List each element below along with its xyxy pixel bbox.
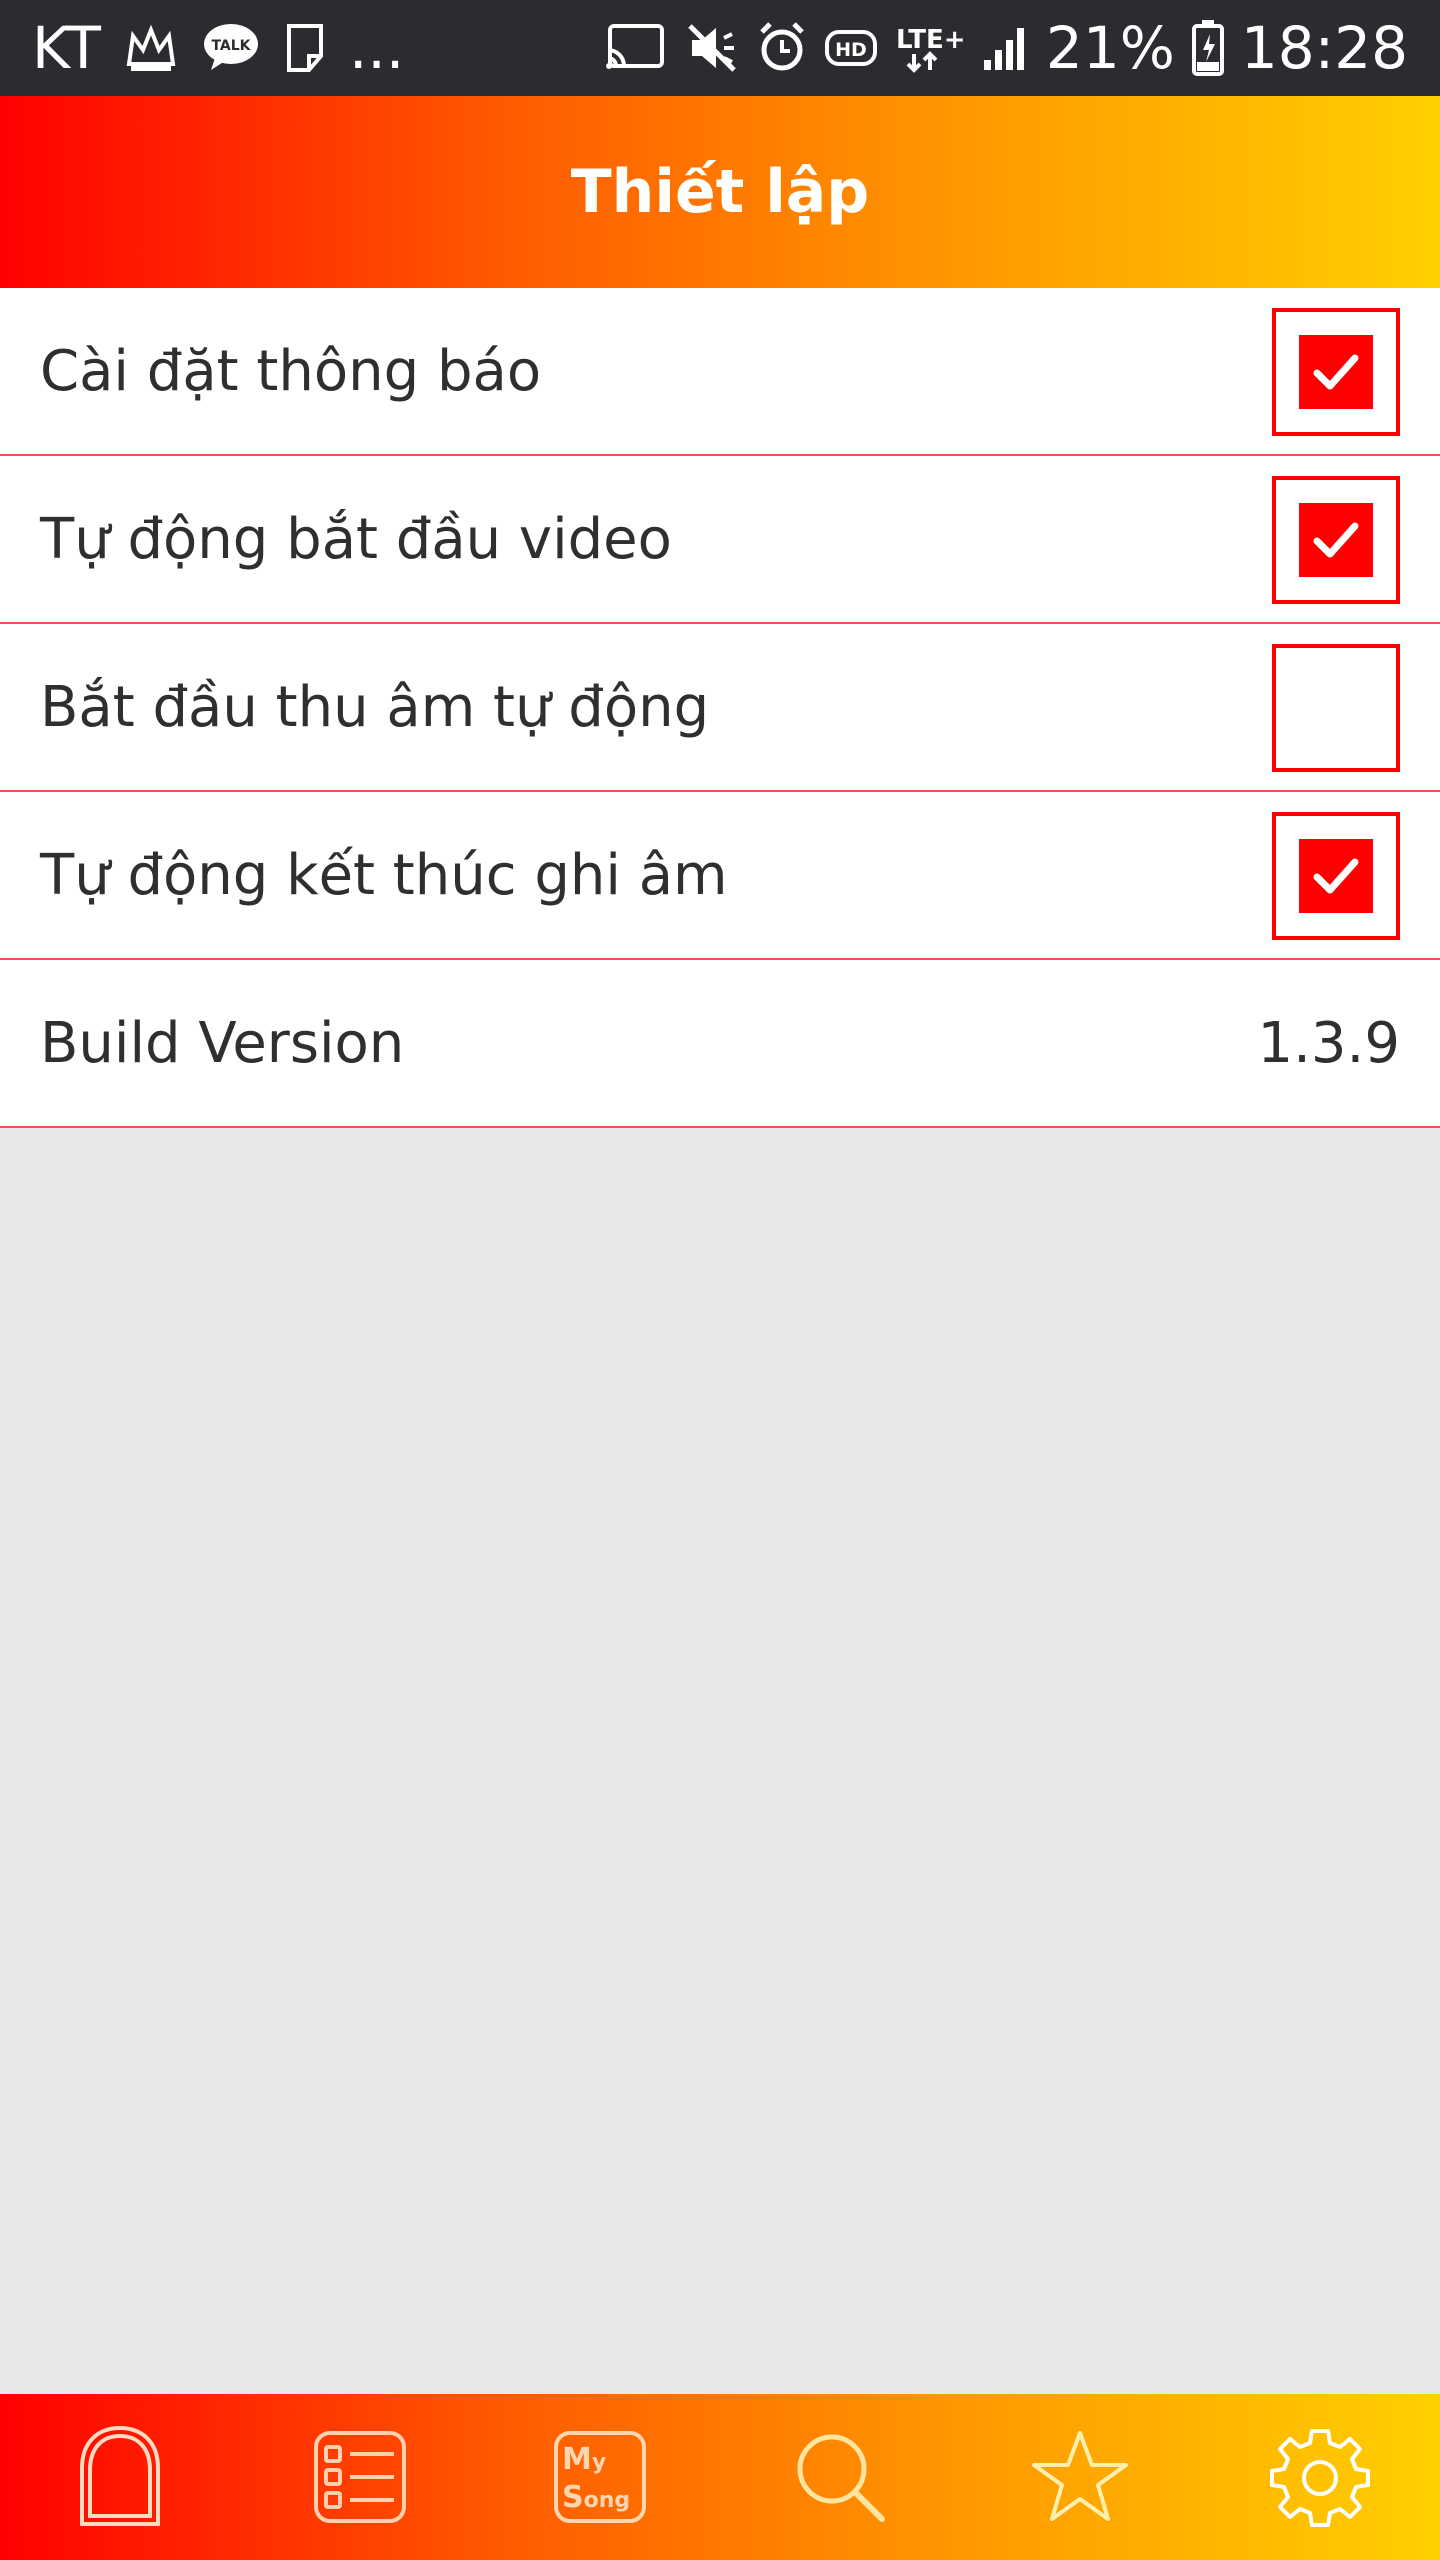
setting-label-autostart-video: Tự động bắt đầu video [40, 506, 672, 572]
nav-search-button[interactable] [770, 2407, 910, 2547]
nav-my-song-button[interactable]: My Song [530, 2407, 670, 2547]
setting-row-autostart-video[interactable]: Tự động bắt đầu video [0, 456, 1440, 624]
kakaotalk-icon: TALK [201, 20, 261, 76]
settings-gear-icon [1270, 2429, 1370, 2527]
nav-home-button[interactable] [50, 2407, 190, 2547]
settings-list: Cài đặt thông báo Tự động bắt đầu video … [0, 288, 1440, 1128]
build-version-label: Build Version [40, 1010, 405, 1076]
status-bar: KT TALK ... HD LTE+ 21% 18:28 [0, 0, 1440, 96]
battery-percentage: 21% [1045, 14, 1175, 82]
signal-icon [980, 20, 1030, 76]
app-header: Thiết lập [0, 96, 1440, 288]
clock: 18:28 [1240, 14, 1408, 82]
svg-text:My: My [562, 2442, 606, 2477]
auto-stop-recording-checkbox[interactable] [1272, 812, 1400, 940]
cast-icon [602, 20, 668, 76]
svg-text:TALK: TALK [211, 38, 251, 54]
list-icon [314, 2431, 406, 2523]
svg-text:LTE+: LTE+ [896, 25, 964, 55]
notifications-checkbox[interactable] [1272, 308, 1400, 436]
svg-text:Song: Song [562, 2480, 630, 2515]
home-icon [80, 2425, 160, 2526]
setting-label-auto-stop-recording: Tự động kết thúc ghi âm [40, 842, 728, 908]
battery-icon [1191, 18, 1225, 78]
auto-record-checkbox[interactable] [1272, 644, 1400, 772]
setting-label-notifications: Cài đặt thông báo [40, 338, 542, 404]
setting-label-auto-record: Bắt đầu thu âm tự động [40, 674, 710, 740]
note-icon [283, 20, 327, 76]
nav-list-button[interactable] [290, 2407, 430, 2547]
checkmark-icon [1299, 335, 1373, 409]
svg-text:HD: HD [835, 39, 867, 61]
crown-icon [123, 20, 179, 76]
build-version-value: 1.3.9 [1257, 1010, 1401, 1076]
build-version-row: Build Version 1.3.9 [0, 960, 1440, 1128]
carrier-label: KT [32, 14, 101, 82]
alarm-icon [756, 20, 808, 76]
autostart-video-checkbox[interactable] [1272, 476, 1400, 604]
setting-row-auto-stop-recording[interactable]: Tự động kết thúc ghi âm [0, 792, 1440, 960]
lte-icon: LTE+ [894, 20, 964, 76]
favorites-star-icon [1032, 2431, 1128, 2521]
search-icon [797, 2434, 885, 2522]
page-title: Thiết lập [570, 157, 870, 227]
checkmark-icon [1299, 503, 1373, 577]
setting-row-notifications[interactable]: Cài đặt thông báo [0, 288, 1440, 456]
nav-settings-button[interactable] [1250, 2407, 1390, 2547]
setting-row-auto-record[interactable]: Bắt đầu thu âm tự động [0, 624, 1440, 792]
checkmark-icon [1299, 839, 1373, 913]
mute-icon [684, 20, 740, 76]
nav-favorites-button[interactable] [1010, 2407, 1150, 2547]
my-song-icon: My Song [554, 2431, 646, 2523]
bottom-navigation: My Song [0, 2394, 1440, 2560]
more-notifications: ... [348, 14, 405, 82]
hd-icon: HD [824, 20, 878, 76]
